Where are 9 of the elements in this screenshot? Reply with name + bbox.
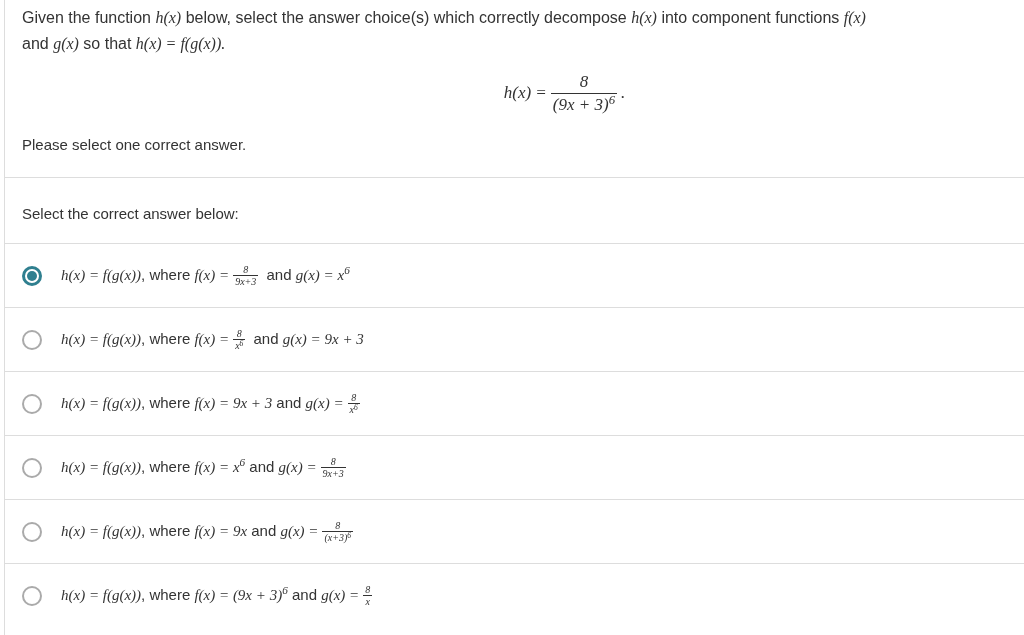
question-text: Given the function h(x) below, select the answer choice(s) which correctly decompose h(x) into component functions f(x) and g(x) so that h(x) = f(g(x)). <box>22 8 867 55</box>
prompt-text: Select the correct answer below: <box>22 203 240 224</box>
radio-button[interactable] <box>22 521 42 542</box>
instruction-text: Please select one correct answer. <box>22 135 248 155</box>
radio-button[interactable] <box>22 265 42 286</box>
radio-button[interactable] <box>22 585 42 606</box>
radio-button[interactable] <box>22 457 42 478</box>
radio-button[interactable] <box>22 393 42 414</box>
radio-button[interactable] <box>22 329 42 350</box>
